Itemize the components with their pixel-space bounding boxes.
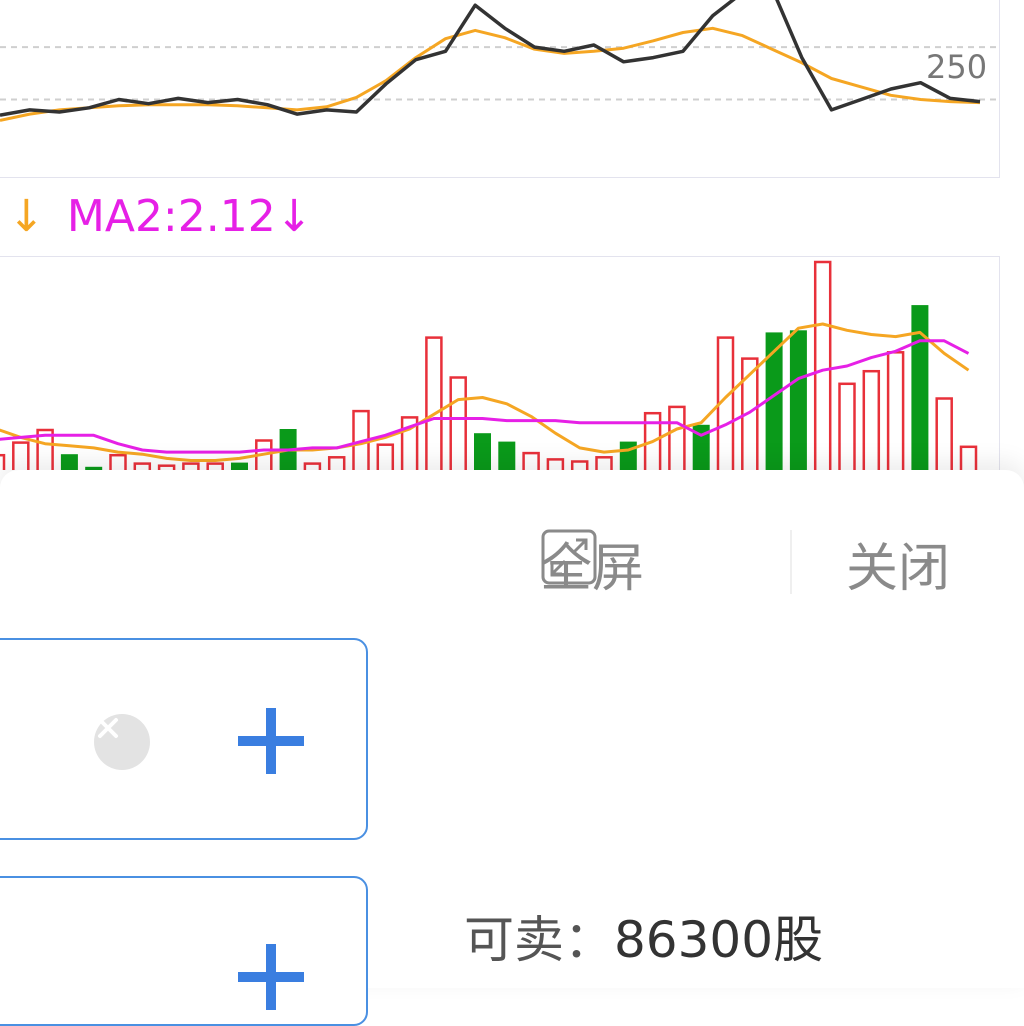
price-line <box>0 0 981 117</box>
volume-panel <box>0 256 1000 470</box>
price-panel: 250 <box>0 0 1000 178</box>
expand-icon <box>541 529 597 585</box>
volume-bar-up <box>886 351 905 470</box>
volume-chart-svg <box>0 260 978 470</box>
volume-bar-down <box>911 305 929 470</box>
plus-icon[interactable] <box>236 706 306 776</box>
ma2-trend-arrow: ↓ <box>275 191 313 242</box>
volume-bar-up <box>327 456 346 470</box>
volume-bar-down <box>619 441 637 470</box>
volume-bar-up <box>595 456 613 470</box>
clear-icon[interactable] <box>94 714 150 770</box>
volume-bar-up <box>522 451 540 470</box>
clear-x-glyph <box>98 718 118 738</box>
volume-bar-down <box>789 330 807 470</box>
volume-bar-down <box>60 454 78 470</box>
close-label: 关闭 <box>846 538 951 599</box>
volume-bar-down <box>474 433 491 470</box>
price-chart-svg <box>0 0 1000 122</box>
volume-bar-up <box>425 336 443 470</box>
ma2-label: MA2:2.12 <box>66 191 276 242</box>
ma1-trend-arrow: ↓ <box>8 191 45 242</box>
fullscreen-button[interactable]: 全屏 <box>540 528 644 599</box>
price-ma-line <box>0 26 981 122</box>
volume-bar-up <box>838 382 856 470</box>
volume-bar-up <box>376 443 395 470</box>
volume-bar-up <box>570 460 589 470</box>
sellable-amount: 可卖：86300股 <box>464 900 823 972</box>
volume-bar-up <box>109 453 127 470</box>
volume-ma-legend: ↓ MA2:2.12↓ <box>8 192 313 242</box>
sellable-value: 86300 <box>614 911 774 969</box>
volume-bar-down <box>498 441 516 470</box>
toolbar-divider <box>790 530 792 594</box>
plus-icon[interactable] <box>236 942 306 1012</box>
sellable-label: 可卖： <box>464 911 614 969</box>
volume-bar-up <box>935 397 953 470</box>
quantity-input[interactable] <box>0 876 368 1026</box>
trade-sheet: 全屏 关闭 可卖：86300股 <box>0 470 1024 1026</box>
kline-chart[interactable]: 250 ↓ MA2:2.12↓ <box>0 0 1024 470</box>
close-button[interactable]: 关闭 <box>846 528 951 599</box>
sellable-unit: 股 <box>773 911 824 969</box>
volume-bar-up <box>546 458 565 470</box>
price-axis-label: 250 <box>926 48 988 86</box>
volume-bar-up <box>449 376 467 470</box>
price-input[interactable] <box>0 638 368 840</box>
volume-bar-up <box>0 453 6 470</box>
volume-bar-down <box>231 462 248 470</box>
volume-bar-up <box>959 445 978 470</box>
volume-bar-up <box>862 369 881 470</box>
volume-bar-up <box>12 441 30 470</box>
volume-bar-up <box>668 405 686 470</box>
volume-bar-up <box>813 260 832 470</box>
